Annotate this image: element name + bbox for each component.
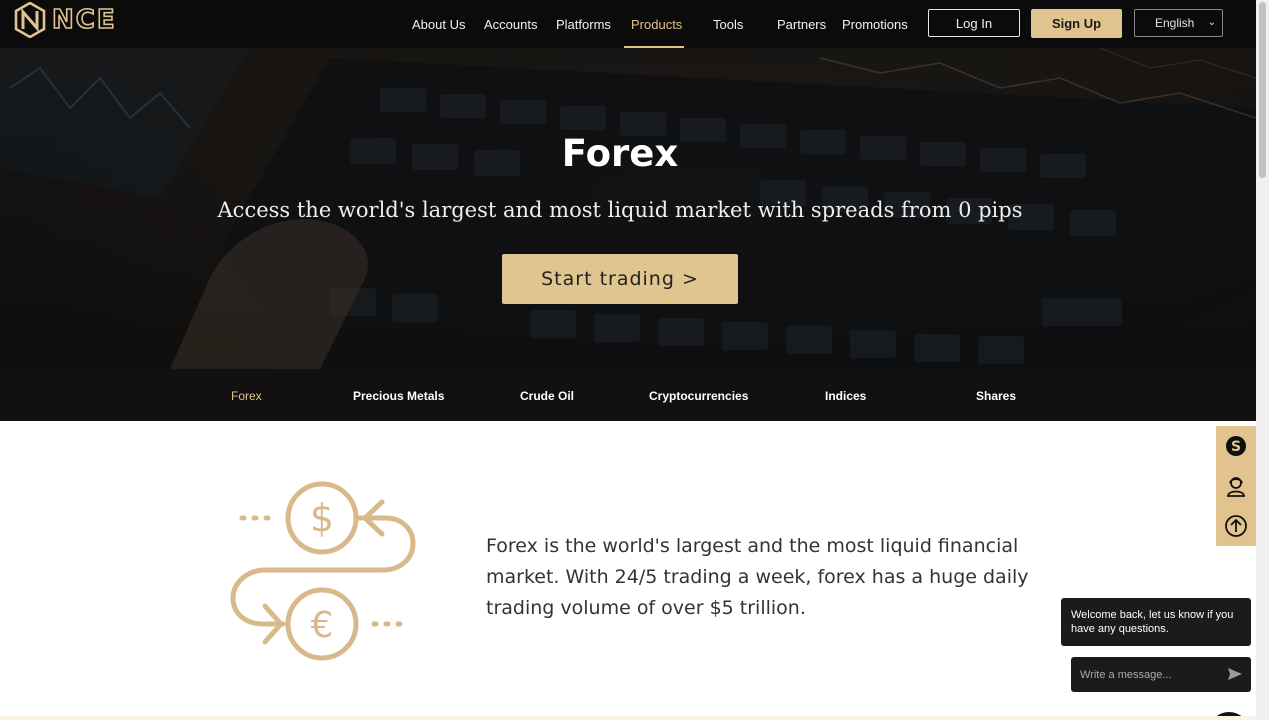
start-trading-button[interactable]: Start trading > xyxy=(502,254,738,304)
language-value: English xyxy=(1155,16,1195,30)
brand-name: NCE xyxy=(51,4,117,36)
euro-coin-icon: € xyxy=(311,605,334,646)
tab-shares[interactable]: Shares xyxy=(976,389,1016,403)
chevron-down-icon: ⌄ xyxy=(1207,17,1216,28)
nav-accounts[interactable]: Accounts xyxy=(484,17,537,32)
send-icon[interactable] xyxy=(1227,666,1243,682)
forex-description: Forex is the world's largest and the mos… xyxy=(486,535,1029,619)
chat-input-placeholder: Write a message... xyxy=(1080,668,1172,681)
hero-title: Forex xyxy=(561,132,679,175)
tab-forex[interactable]: Forex xyxy=(231,389,262,403)
dollar-coin-icon: $ xyxy=(310,496,334,540)
top-navbar: NCE About Us Accounts Platforms Products… xyxy=(0,0,1256,48)
scrollbar-thumb[interactable] xyxy=(1259,2,1266,178)
chat-welcome-message[interactable]: Welcome back, let us know if you have an… xyxy=(1061,598,1251,646)
tab-indices[interactable]: Indices xyxy=(825,389,866,403)
brand-logo[interactable]: NCE xyxy=(12,1,117,39)
section-divider xyxy=(0,716,1256,720)
svg-text:S: S xyxy=(1231,439,1241,455)
nav-promotions[interactable]: Promotions xyxy=(842,17,908,32)
tab-cryptocurrencies[interactable]: Cryptocurrencies xyxy=(649,389,748,403)
signup-button[interactable]: Sign Up xyxy=(1031,9,1122,38)
language-select[interactable]: English ⌄ xyxy=(1134,9,1223,37)
product-tabs: Forex Precious Metals Crude Oil Cryptocu… xyxy=(0,369,1256,421)
back-to-top-icon[interactable] xyxy=(1224,514,1248,538)
nav-about-us[interactable]: About Us xyxy=(412,17,465,32)
support-agent-icon[interactable] xyxy=(1224,474,1248,498)
nav-partners[interactable]: Partners xyxy=(777,17,826,32)
currency-exchange-illustration: $ € xyxy=(230,481,416,661)
hero-subtitle: Access the world's largest and most liqu… xyxy=(217,198,1023,222)
nav-platforms[interactable]: Platforms xyxy=(556,17,611,32)
tab-precious-metals[interactable]: Precious Metals xyxy=(353,389,444,403)
hero-banner: Forex Access the world's largest and mos… xyxy=(0,48,1256,369)
chat-message-input[interactable]: Write a message... xyxy=(1071,657,1251,692)
tab-crude-oil[interactable]: Crude Oil xyxy=(520,389,574,403)
nav-tools[interactable]: Tools xyxy=(713,17,743,32)
nav-products[interactable]: Products xyxy=(631,17,682,32)
logo-mark-icon xyxy=(14,2,46,38)
login-button[interactable]: Log In xyxy=(928,9,1020,37)
floating-contact-bar: S xyxy=(1216,426,1256,546)
skype-icon[interactable]: S xyxy=(1224,434,1248,458)
